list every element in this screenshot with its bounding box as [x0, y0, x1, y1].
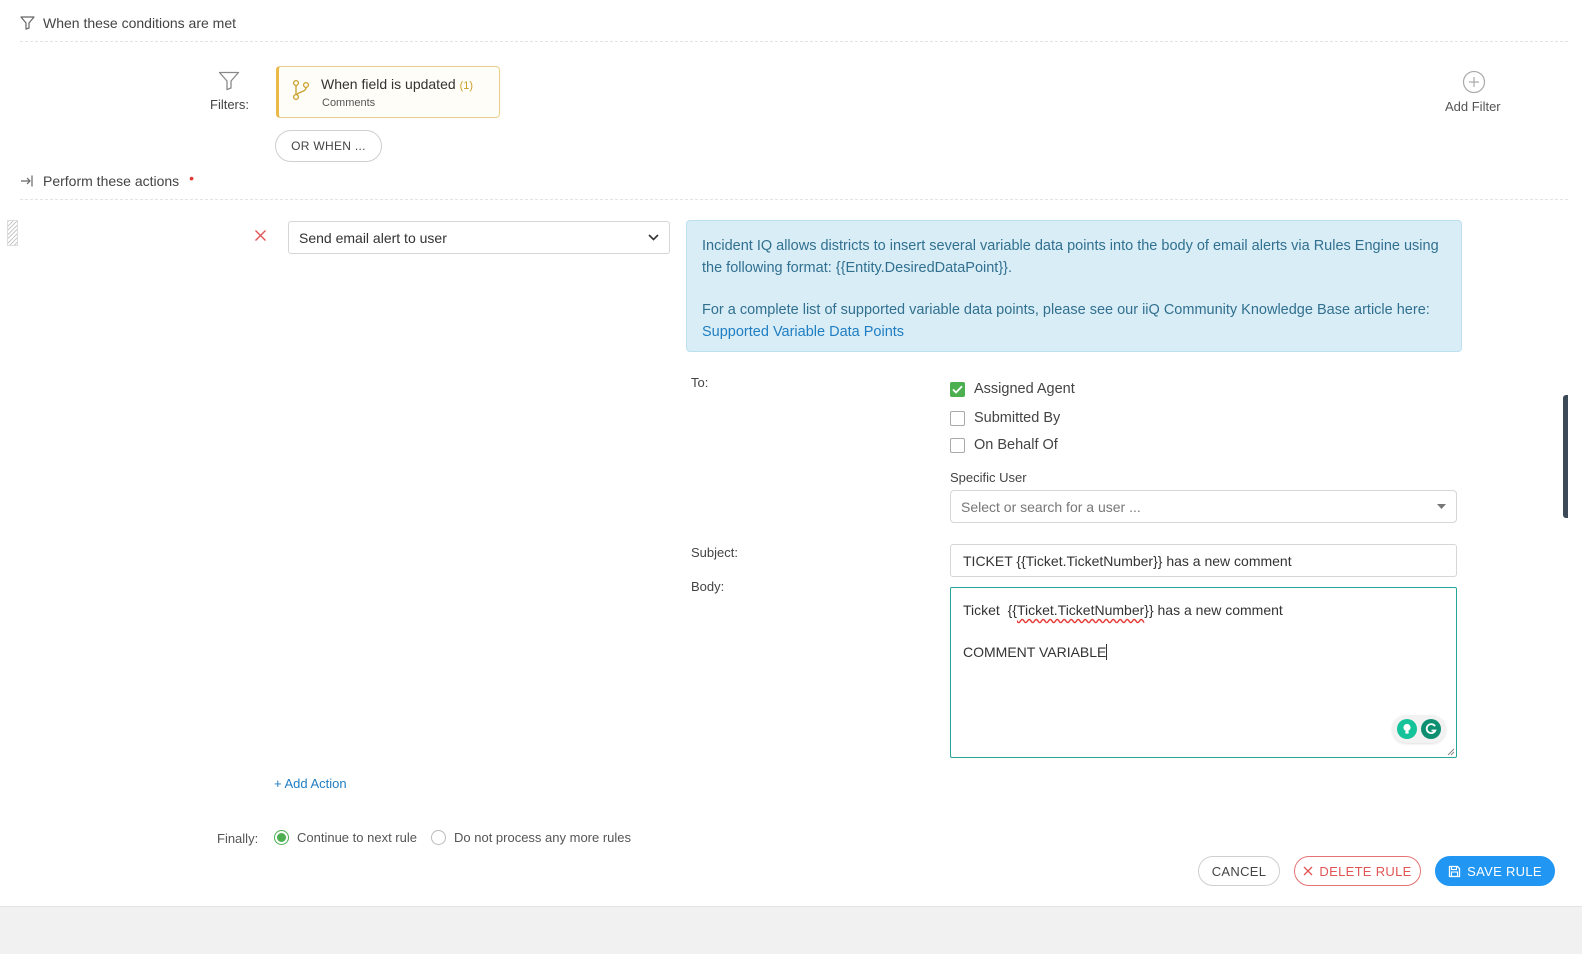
add-action-button[interactable]: + Add Action	[274, 776, 347, 791]
remove-action-icon[interactable]	[254, 229, 267, 247]
actions-title: Perform these actions	[43, 173, 180, 189]
checkbox[interactable]	[950, 410, 965, 426]
body-line-2: COMMENT VARIABLE	[963, 642, 1444, 663]
grammarly-icon[interactable]	[1421, 719, 1441, 739]
add-filter-button[interactable]: Add Filter	[1445, 99, 1501, 114]
info-paragraph-1: Incident IQ allows districts to insert s…	[702, 238, 1439, 276]
body-line-1-prefix: Ticket {{	[963, 602, 1017, 618]
action-type-select[interactable]: Send email alert to user	[288, 221, 670, 254]
filter-card-field-updated[interactable]: When field is updated (1) Comments	[276, 66, 500, 118]
body-label: Body:	[691, 579, 725, 594]
radio-selected[interactable]	[274, 830, 289, 845]
finally-option-label: Do not process any more rules	[454, 830, 632, 845]
recipient-label: Submitted By	[974, 410, 1061, 426]
subject-label: Subject:	[691, 545, 738, 560]
finally-option-stop[interactable]: Do not process any more rules	[431, 830, 631, 845]
lightbulb-icon[interactable]	[1397, 719, 1417, 739]
grammarly-widget[interactable]	[1392, 715, 1446, 743]
radio[interactable]	[431, 830, 446, 845]
filter-icon	[20, 16, 35, 30]
delete-rule-button[interactable]: DELETE RULE	[1294, 856, 1421, 886]
recipient-label: Assigned Agent	[974, 381, 1075, 397]
conditions-header: When these conditions are met	[20, 15, 236, 31]
recipient-submitted-by[interactable]: Submitted By	[950, 410, 1060, 426]
info-paragraph-2: For a complete list of supported variabl…	[702, 300, 1449, 343]
body-line-blank	[963, 621, 1444, 642]
checkbox[interactable]	[950, 437, 965, 453]
conditions-title: When these conditions are met	[43, 15, 236, 31]
filter-card-title-text: When field is updated	[321, 76, 456, 92]
recipient-assigned-agent[interactable]: Assigned Agent	[950, 381, 1075, 397]
body-line-1-suffix: }} has a new comment	[1144, 602, 1283, 618]
info-paragraph-2-text: For a complete list of supported variabl…	[702, 302, 1430, 318]
finally-label: Finally:	[217, 831, 259, 846]
body-line-1-variable: Ticket.TicketNumber	[1016, 602, 1145, 618]
or-when-button[interactable]: OR WHEN ...	[275, 130, 382, 162]
save-label: SAVE RULE	[1467, 863, 1542, 879]
chevron-down-icon	[648, 234, 659, 241]
filters-label: Filters:	[210, 97, 249, 112]
caret-down-icon	[1437, 504, 1446, 509]
required-mark: •	[189, 170, 195, 186]
subject-value: TICKET {{Ticket.TicketNumber}} has a new…	[963, 552, 1292, 569]
variable-info-box: Incident IQ allows districts to insert s…	[686, 220, 1462, 352]
subject-input[interactable]: TICKET {{Ticket.TicketNumber}} has a new…	[950, 544, 1457, 577]
action-type-value: Send email alert to user	[299, 229, 447, 246]
filter-card-title: When field is updated (1)	[321, 76, 473, 92]
filter-card-count: (1)	[459, 80, 474, 92]
save-icon	[1448, 865, 1461, 877]
delete-label: DELETE RULE	[1319, 863, 1412, 879]
body-textarea[interactable]: Ticket {{Ticket.TicketNumber}} has a new…	[950, 587, 1457, 758]
specific-user-select[interactable]: Select or search for a user ...	[950, 490, 1457, 523]
add-filter-icon[interactable]	[1462, 70, 1486, 99]
recipient-label: On Behalf Of	[974, 437, 1058, 453]
save-rule-button[interactable]: SAVE RULE	[1435, 856, 1555, 886]
page-footer	[0, 906, 1582, 954]
resize-grip-icon[interactable]	[1446, 747, 1455, 756]
supported-variables-link[interactable]: Supported Variable Data Points	[702, 324, 904, 340]
checkbox-checked-icon[interactable]	[950, 381, 965, 397]
divider	[20, 41, 1568, 42]
recipient-on-behalf-of[interactable]: On Behalf Of	[950, 437, 1058, 453]
branch-icon	[292, 79, 310, 106]
cancel-label: CANCEL	[1211, 863, 1267, 879]
specific-user-placeholder: Select or search for a user ...	[961, 498, 1141, 515]
sign-in-icon	[21, 175, 33, 187]
divider	[20, 199, 1568, 200]
body-line-1: Ticket {{Ticket.TicketNumber}} has a new…	[963, 600, 1444, 621]
page-scroll-indicator[interactable]	[1563, 395, 1568, 518]
filter-large-icon	[218, 71, 240, 96]
to-label: To:	[691, 375, 709, 390]
cancel-button[interactable]: CANCEL	[1198, 856, 1280, 886]
close-icon	[1303, 866, 1313, 876]
specific-user-label: Specific User	[950, 470, 1027, 485]
finally-option-continue[interactable]: Continue to next rule	[274, 830, 417, 845]
text-caret	[1106, 644, 1108, 660]
finally-option-label: Continue to next rule	[297, 830, 417, 845]
actions-header: Perform these actions •	[20, 170, 195, 189]
filter-card-subtitle: Comments	[322, 97, 376, 109]
drag-handle[interactable]	[7, 220, 18, 246]
body-line-2-text: COMMENT VARIABLE	[963, 644, 1107, 660]
